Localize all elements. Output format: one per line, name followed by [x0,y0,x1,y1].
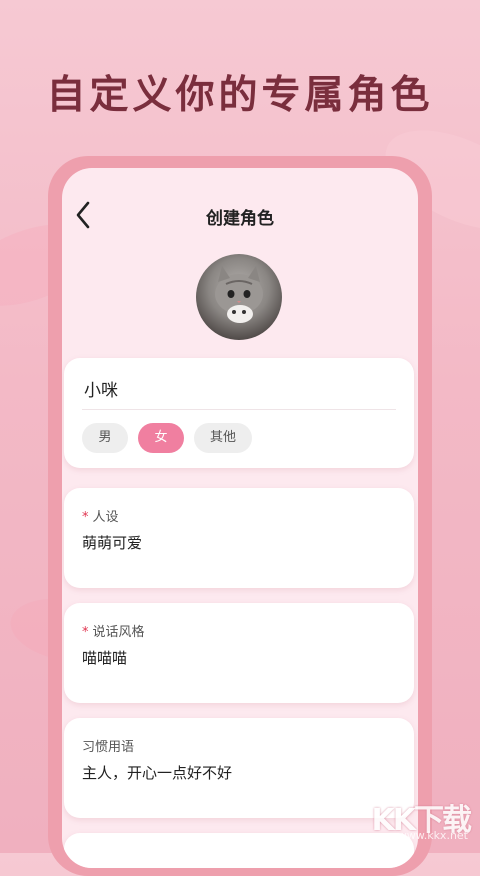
speaking-style-value: 喵喵喵 [82,649,128,667]
divider [82,409,396,410]
watermark-site: www.kkx.net [397,829,468,842]
persona-label: 人设 [92,510,119,525]
app-screen: 创建角色 男 女 其他 *人设 萌萌可爱 *说话风格 喵喵喵 习惯用语 主人， [62,168,418,868]
name-input[interactable] [82,374,400,402]
top-bar: 创建角色 [62,196,418,236]
persona-field[interactable]: * 人设 萌萌可爱 [64,488,414,588]
watermark: KK下载 www.kkx.net [354,795,474,845]
gender-option-male[interactable]: 男 [82,423,128,453]
gender-option-female-selected[interactable]: 女 [138,423,184,453]
required-mark: * [82,625,89,640]
required-mark: * [82,510,89,525]
gender-option-other[interactable]: 其他 [194,423,252,453]
persona-value: 萌萌可爱 [82,534,143,552]
cat-photo-icon [215,266,263,323]
field-label: * 人设 [82,506,119,525]
speaking-style-field[interactable]: * 说话风格 喵喵喵 [64,603,414,703]
common-phrases-value: 主人，开心一点好不好 [82,764,233,782]
page-title: 创建角色 [206,209,274,229]
avatar[interactable] [196,254,282,340]
common-phrases-label: 习惯用语 [82,740,135,755]
field-label: * 说话风格 [82,621,145,640]
speaking-style-label: 说话风格 [92,625,145,640]
profile-card: 男 女 其他 [64,358,414,468]
promo-headline: 自定义你的专属角色 [46,72,434,118]
